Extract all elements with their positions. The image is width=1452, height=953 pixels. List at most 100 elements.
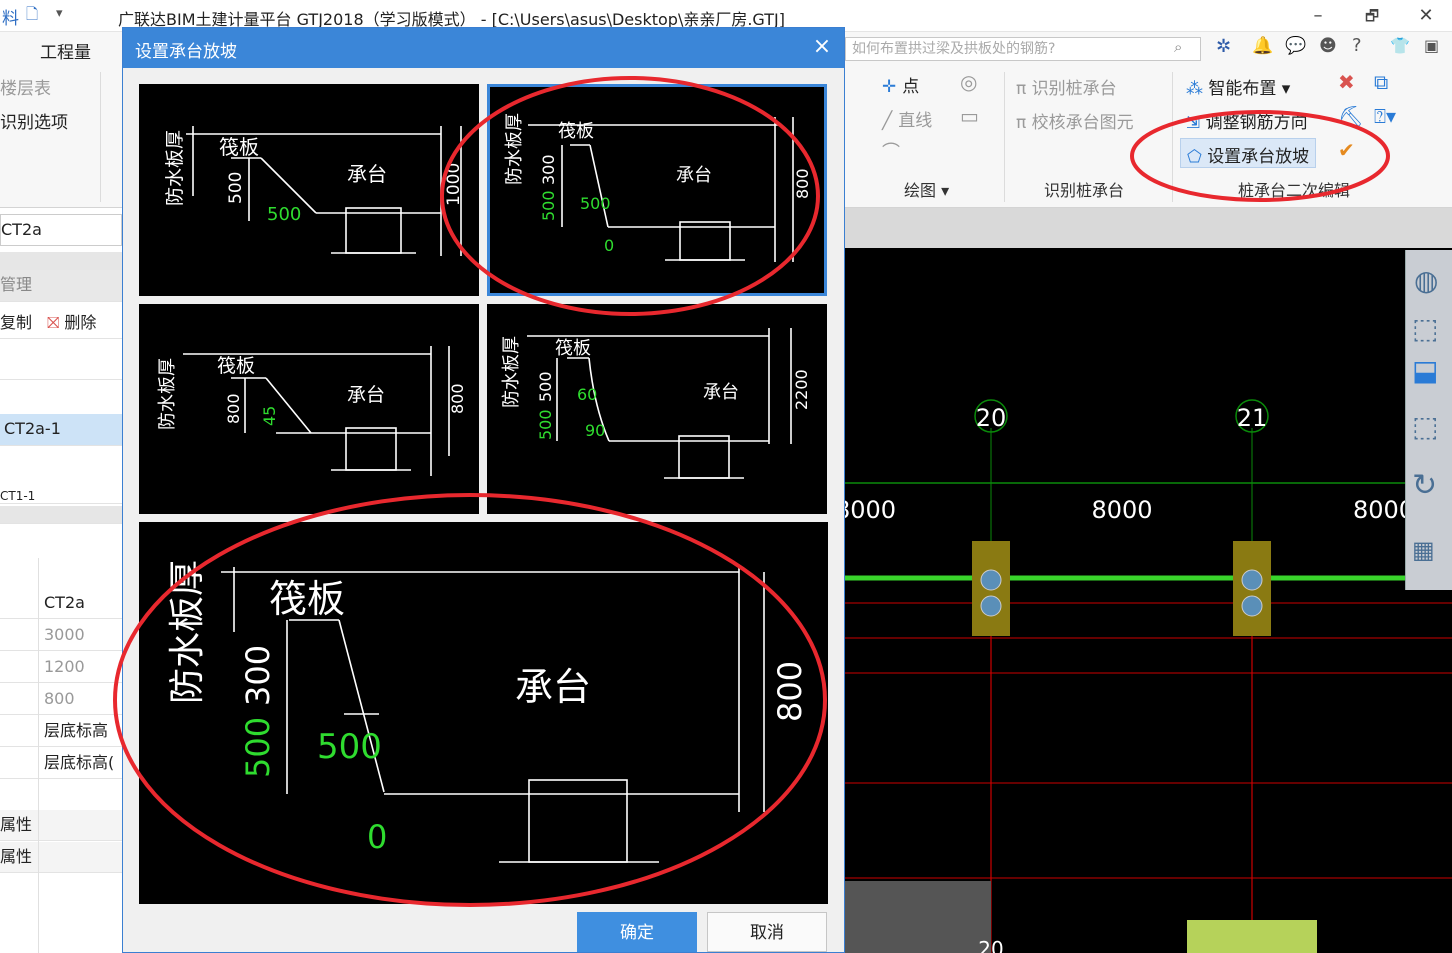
bottom-axis-label: 20 <box>978 937 1003 953</box>
copy-button[interactable]: 复制 <box>0 313 32 332</box>
prop-top-elevation[interactable]: 层底标高 <box>0 716 122 747</box>
quick-access-chevron-icon[interactable]: ▾ <box>56 6 63 21</box>
cancel-button[interactable]: 取消 <box>707 912 827 952</box>
dim-label: 8000 <box>845 496 896 524</box>
rebar-direction-icon: ⇲ <box>1186 113 1206 133</box>
chat-icon[interactable]: 💬 <box>1285 36 1306 56</box>
ok-button[interactable]: 确定 <box>577 912 697 952</box>
rotate-icon[interactable]: ↻ <box>1412 468 1437 503</box>
raft-label: 筏板 <box>555 338 591 359</box>
prop-height-value[interactable]: 800 <box>0 684 122 715</box>
pile-icon <box>980 569 1002 591</box>
recognize-pile-cap-button[interactable]: π 识别桩承台 <box>1016 74 1117 99</box>
skin-icon[interactable]: 👕 <box>1390 36 1410 55</box>
manage-tab[interactable]: 管理 <box>0 270 122 302</box>
floor-table-item[interactable]: 楼层表 <box>0 74 51 99</box>
side-label: 防水板厚 <box>164 130 186 206</box>
recognize-options-item[interactable]: 识别选项 <box>0 108 68 133</box>
draw-point-button[interactable]: ✛ 点 <box>882 72 919 97</box>
adjust-rebar-direction-button[interactable]: ⇲ 调整钢筋方向 <box>1186 108 1308 133</box>
dim-value: 800 <box>224 393 243 424</box>
prop-name-value[interactable]: CT2a <box>0 588 122 619</box>
right-dim-value: 800 <box>771 661 809 722</box>
pile-outline <box>528 779 628 863</box>
draw-line-button[interactable]: ╱ 直线 <box>882 106 932 131</box>
pile-icon <box>1241 595 1263 617</box>
option-2-drawing: 防水板厚 筏板 承台 300 500 500 0 800 <box>504 113 812 262</box>
properties-header <box>0 506 122 524</box>
3d-view-icon[interactable]: ⬚ <box>1412 312 1438 345</box>
set-cap-slope-button[interactable]: ⬠ 设置承台放坡 <box>1180 138 1317 168</box>
help-icon[interactable]: ? <box>1352 35 1362 56</box>
rectangle-icon[interactable]: ▭ <box>960 104 979 128</box>
cap-region <box>1187 920 1317 953</box>
app-logo-icon[interactable]: 料 <box>2 4 19 29</box>
slope-option-4[interactable]: 防水板厚 筏板 承台 500 500 60 90 2200 <box>487 304 827 514</box>
save-icon[interactable]: 🗋 <box>26 4 38 29</box>
slope-option-3[interactable]: 防水板厚 筏板 承台 800 45 800 <box>139 304 479 514</box>
current-component-field[interactable]: CT2a <box>0 214 122 246</box>
tree-item-ct2a-1[interactable]: CT2a-1 <box>0 414 122 446</box>
pile-outline <box>345 207 402 254</box>
drawing-canvas[interactable]: 20 21 8000 8000 8000 20 <box>845 248 1452 953</box>
right-dim-value: 2200 <box>792 369 811 410</box>
user-avatar-icon[interactable]: ☻ <box>1319 36 1337 56</box>
tab-quantity[interactable]: 工程量 <box>40 38 91 63</box>
attr-row[interactable]: 属性 <box>0 810 122 841</box>
top-view-icon[interactable]: ⬓ <box>1412 354 1438 387</box>
tree-item-ct1-1[interactable]: CT1-1 <box>0 488 122 504</box>
drawing-svg: 20 21 8000 8000 8000 20 <box>845 399 1452 953</box>
search-input[interactable]: 如何布置拱过梁及拱板处的钢筋? <box>845 37 1201 61</box>
prop-width-value[interactable]: 1200 <box>0 652 122 683</box>
arc-icon[interactable]: ⌒ <box>882 138 900 164</box>
recognize-group-label: 识别桩承台 <box>1044 181 1125 200</box>
dim-value: 500 <box>226 172 246 204</box>
community-icon[interactable]: ✲ <box>1216 36 1231 57</box>
prop-bottom-elevation[interactable]: 层底标高( <box>0 748 122 779</box>
side-label: 防水板厚 <box>167 560 208 704</box>
close-window-button[interactable]: ✕ <box>1406 2 1446 30</box>
slab-region <box>845 881 991 953</box>
grid-view-icon[interactable]: ▦ <box>1412 536 1435 564</box>
minimize-button[interactable]: – <box>1298 2 1338 30</box>
delete-button[interactable]: 删除 <box>64 313 96 332</box>
check-pile-cap-button[interactable]: π 校核承台图元 <box>1016 108 1134 133</box>
raft-label: 筏板 <box>269 577 345 621</box>
paint-icon[interactable]: ⛏ <box>1338 104 1363 128</box>
restore-button[interactable]: 🗗 <box>1352 2 1392 30</box>
point-icon: ✛ <box>882 77 897 97</box>
edit-cap-icon[interactable]: ⧉ <box>1374 70 1388 94</box>
axis-label-20: 20 <box>976 404 1007 432</box>
pile-outline <box>345 427 397 471</box>
draw-group-label[interactable]: 绘图 ▾ <box>904 177 949 201</box>
search-icon[interactable]: ⌕ <box>1174 38 1182 56</box>
delete-icon[interactable]: ⛝ <box>47 313 59 332</box>
dim-value: 500 <box>536 371 555 402</box>
slope-option-1[interactable]: 防水板厚 筏板 承台 500 500 1000 <box>139 84 479 296</box>
check-icon[interactable]: ✔ <box>1338 138 1355 162</box>
dialog-close-button[interactable]: × <box>810 34 834 60</box>
raft-label: 筏板 <box>558 121 594 142</box>
rotate-point-icon[interactable]: ◎ <box>960 70 977 94</box>
dim-value: 500 <box>539 190 558 221</box>
cap-label: 承台 <box>703 382 739 403</box>
attr-row[interactable]: 属性 <box>0 842 122 873</box>
smart-layout-button[interactable]: ⁂ 智能布置 ▾ <box>1186 74 1290 99</box>
cap-slope-icon: ⬠ <box>1187 147 1208 167</box>
preview-drawing: 防水板厚 筏板 承台 300 500 500 0 800 <box>167 560 809 863</box>
dim-label: 8000 <box>1091 496 1152 524</box>
dialog-header: 设置承台放坡 × <box>123 28 844 68</box>
dim-value: 500 <box>536 409 555 440</box>
slope-width-value: 500 <box>317 727 382 767</box>
prop-length-value[interactable]: 3000 <box>0 620 122 651</box>
ribbon-separator <box>1004 72 1005 202</box>
side-view-icon[interactable]: ⬚ <box>1412 410 1438 443</box>
slope-option-2[interactable]: 防水板厚 筏板 承台 300 500 500 0 800 <box>487 84 827 296</box>
orbit-icon[interactable]: ◍ <box>1414 264 1438 297</box>
dialog-title: 设置承台放坡 <box>135 42 237 62</box>
bell-icon[interactable]: 🔔 <box>1252 36 1273 56</box>
window-mode-icon[interactable]: ▣ <box>1424 36 1439 55</box>
delete-slope-icon[interactable]: ✖ <box>1338 70 1355 94</box>
cap-label: 承台 <box>347 384 385 406</box>
query-icon[interactable]: ⍰▾ <box>1374 104 1396 128</box>
